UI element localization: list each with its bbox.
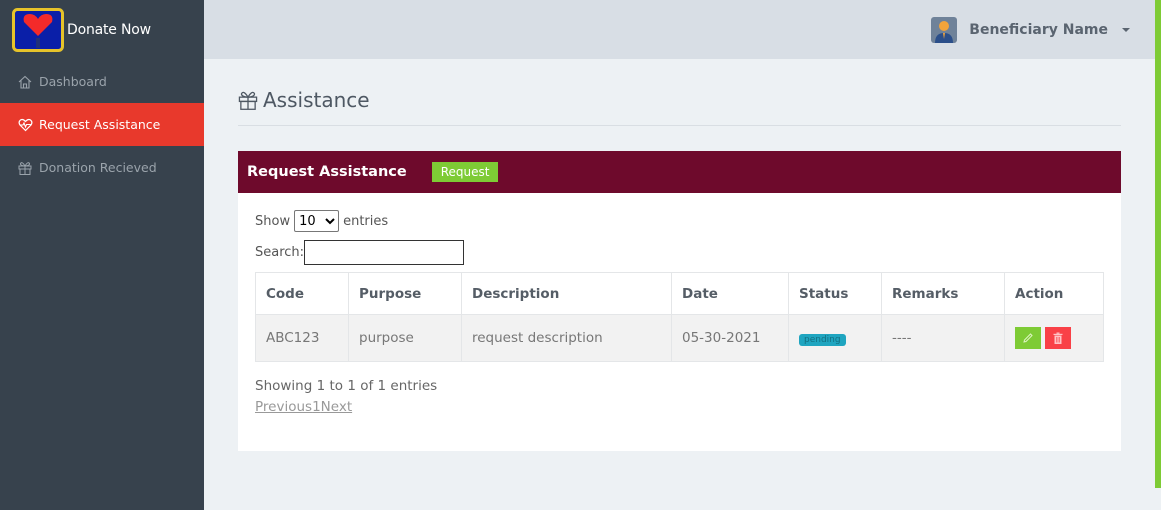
table-header-row: Code Purpose Description Date Status Rem… xyxy=(255,272,1104,315)
user-avatar xyxy=(931,17,958,43)
page-length-control: Show 10 entries xyxy=(255,210,388,232)
table-row: ABC123 purpose request description 05-30… xyxy=(255,314,1104,362)
pagination: Previous1Next xyxy=(255,399,352,415)
sidebar-item-label: Donation Recieved xyxy=(39,160,157,175)
card-title: Request Assistance xyxy=(247,164,407,180)
request-assistance-card: Request Assistance Request Show 10 entri… xyxy=(238,151,1121,451)
edit-button[interactable] xyxy=(1015,327,1041,349)
brand-name: Donate Now xyxy=(67,22,151,38)
page-title-text: Assistance xyxy=(263,88,370,112)
user-name: Beneficiary Name xyxy=(969,22,1108,38)
sidebar: Donate Now Dashboard Request Assistance … xyxy=(0,0,204,510)
page-title: Assistance xyxy=(238,88,370,112)
column-header-action[interactable]: Action xyxy=(1004,272,1104,315)
sidebar-item-label: Dashboard xyxy=(39,74,107,89)
column-header-date[interactable]: Date xyxy=(671,272,789,315)
trash-icon xyxy=(1053,332,1063,344)
status-badge: pending xyxy=(799,334,846,346)
column-header-remarks[interactable]: Remarks xyxy=(881,272,1005,315)
cell-date: 05-30-2021 xyxy=(671,314,789,362)
gift-icon xyxy=(238,90,258,110)
cell-purpose: purpose xyxy=(348,314,462,362)
column-header-description[interactable]: Description xyxy=(461,272,672,315)
topbar: Beneficiary Name xyxy=(204,0,1155,59)
cell-action xyxy=(1004,314,1104,362)
sidebar-item-request-assistance[interactable]: Request Assistance xyxy=(0,103,204,146)
requests-table: Code Purpose Description Date Status Rem… xyxy=(255,272,1104,362)
show-label: Show xyxy=(255,213,291,229)
column-header-purpose[interactable]: Purpose xyxy=(348,272,462,315)
request-button[interactable]: Request xyxy=(431,162,499,182)
brand[interactable]: Donate Now xyxy=(0,0,204,60)
pagination-next[interactable]: Next xyxy=(321,399,352,415)
home-icon xyxy=(17,74,33,90)
pagination-page-1[interactable]: 1 xyxy=(312,399,321,415)
column-header-code[interactable]: Code xyxy=(255,272,349,315)
cell-code: ABC123 xyxy=(255,314,349,362)
delete-button[interactable] xyxy=(1045,327,1071,349)
chevron-down-icon xyxy=(1122,28,1130,32)
table-info: Showing 1 to 1 of 1 entries xyxy=(255,378,438,394)
search-control: Search: xyxy=(255,240,465,265)
sidebar-item-dashboard[interactable]: Dashboard xyxy=(0,60,204,103)
card-header: Request Assistance Request xyxy=(238,151,1121,193)
cell-description: request description xyxy=(461,314,672,362)
pagination-previous[interactable]: Previous xyxy=(255,399,312,415)
page-length-select[interactable]: 10 xyxy=(294,210,340,232)
heart-hands-logo xyxy=(12,8,64,52)
column-header-status[interactable]: Status xyxy=(788,272,882,315)
user-menu[interactable]: Beneficiary Name xyxy=(931,17,1130,43)
gift-icon xyxy=(17,160,33,176)
divider xyxy=(238,125,1121,126)
search-label: Search: xyxy=(255,245,305,260)
cell-status: pending xyxy=(788,314,882,362)
page-edge-accent xyxy=(1155,0,1161,488)
sidebar-item-donation-recieved[interactable]: Donation Recieved xyxy=(0,146,204,189)
cell-remarks: ---- xyxy=(881,314,1005,362)
sidebar-item-label: Request Assistance xyxy=(39,117,161,132)
search-input[interactable] xyxy=(304,240,465,265)
heartbeat-icon xyxy=(17,117,33,133)
entries-label: entries xyxy=(343,213,389,229)
pencil-icon xyxy=(1023,333,1033,343)
